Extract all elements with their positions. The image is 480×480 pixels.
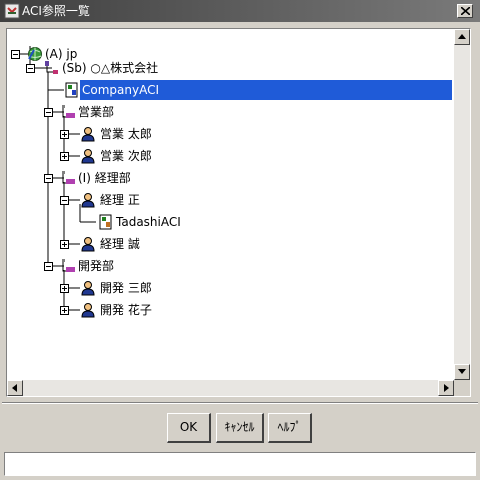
tree-node-label: TadashiACI: [116, 215, 181, 229]
department-icon: [62, 171, 75, 184]
user-icon: [81, 127, 95, 142]
scroll-right-button[interactable]: [438, 380, 454, 396]
window-title: ACI参照一覧: [22, 4, 90, 18]
collapse-toggle[interactable]: [44, 108, 53, 117]
scroll-down-button[interactable]: [454, 364, 470, 380]
app-icon: [4, 3, 20, 19]
tree-node-user[interactable]: 開発 花子: [7, 300, 177, 320]
scroll-up-button[interactable]: [454, 29, 470, 45]
ok-button[interactable]: OK: [167, 413, 211, 443]
arrow-right-icon: [444, 384, 449, 392]
user-icon: [81, 149, 95, 164]
tree-node-label: 営業 次郎: [100, 149, 152, 163]
cancel-button[interactable]: ｷｬﾝｾﾙ: [216, 413, 264, 443]
expand-toggle[interactable]: [60, 152, 69, 161]
status-field[interactable]: [4, 452, 476, 476]
expand-toggle[interactable]: [60, 284, 69, 293]
collapse-toggle[interactable]: [26, 64, 35, 73]
expand-toggle[interactable]: [60, 306, 69, 315]
department-icon: [62, 105, 75, 118]
tree-node-label: (I) 経理部: [78, 171, 131, 185]
aci-icon: [65, 82, 78, 98]
tree-node-label: 経理 誠: [100, 237, 140, 251]
tree-node-user[interactable]: 経理 誠: [7, 234, 177, 254]
arrow-up-icon: [458, 34, 466, 39]
tree-node-user[interactable]: 営業 太郎: [7, 124, 177, 144]
scroll-left-button[interactable]: [7, 380, 23, 396]
tree-node-company-aci[interactable]: CompanyACI: [7, 80, 454, 100]
separator: [2, 402, 478, 404]
title-bar: ACI参照一覧: [0, 0, 480, 22]
collapse-toggle[interactable]: [44, 262, 53, 271]
tree-node-label: 営業 太郎: [100, 127, 152, 141]
tree-node-label: 開発 三郎: [100, 281, 152, 295]
tree-node-label: 開発 花子: [100, 303, 152, 317]
org-node-icon: [45, 61, 58, 74]
tree-node-label: 開発部: [78, 259, 115, 273]
scrollbar-corner: [454, 380, 470, 396]
close-button[interactable]: [457, 4, 473, 18]
tree-node-label: 経理 正: [100, 193, 140, 207]
arrow-down-icon: [458, 369, 466, 374]
tree-panel: (A) jp (Sb) ○△株式会社 CompanyACI 営業部 営業 太郎 …: [6, 28, 471, 397]
expand-toggle[interactable]: [60, 240, 69, 249]
department-icon: [62, 259, 75, 272]
vertical-scrollbar[interactable]: [454, 29, 470, 380]
user-icon: [81, 303, 95, 318]
user-icon: [81, 281, 95, 296]
tree-node-tadashi-aci[interactable]: TadashiACI: [7, 212, 207, 232]
expand-toggle[interactable]: [60, 130, 69, 139]
collapse-toggle[interactable]: [44, 174, 53, 183]
tree-node-sales-dept[interactable]: 営業部: [7, 102, 167, 122]
collapse-toggle[interactable]: [60, 196, 69, 205]
tree-node-user[interactable]: 営業 次郎: [7, 146, 177, 166]
close-icon: [461, 7, 470, 15]
tree-view[interactable]: (A) jp (Sb) ○△株式会社 CompanyACI 営業部 営業 太郎 …: [7, 29, 454, 380]
user-icon: [81, 193, 95, 208]
aci-icon: [99, 214, 112, 230]
user-icon: [81, 237, 95, 252]
help-button[interactable]: ﾍﾙﾌﾟ: [268, 413, 312, 443]
tree-node-label: 営業部: [78, 105, 115, 119]
tree-node-user[interactable]: 開発 三郎: [7, 278, 177, 298]
tree-node-accounting-dept[interactable]: (I) 経理部: [7, 168, 177, 188]
tree-node-company[interactable]: (Sb) ○△株式会社: [7, 58, 207, 78]
tree-node-user[interactable]: 経理 正: [7, 190, 177, 210]
tree-node-label: (Sb) ○△株式会社: [62, 61, 159, 75]
horizontal-scrollbar[interactable]: [7, 380, 454, 396]
arrow-left-icon: [12, 384, 17, 392]
tree-node-label: CompanyACI: [80, 80, 452, 100]
tree-node-dev-dept[interactable]: 開発部: [7, 256, 167, 276]
